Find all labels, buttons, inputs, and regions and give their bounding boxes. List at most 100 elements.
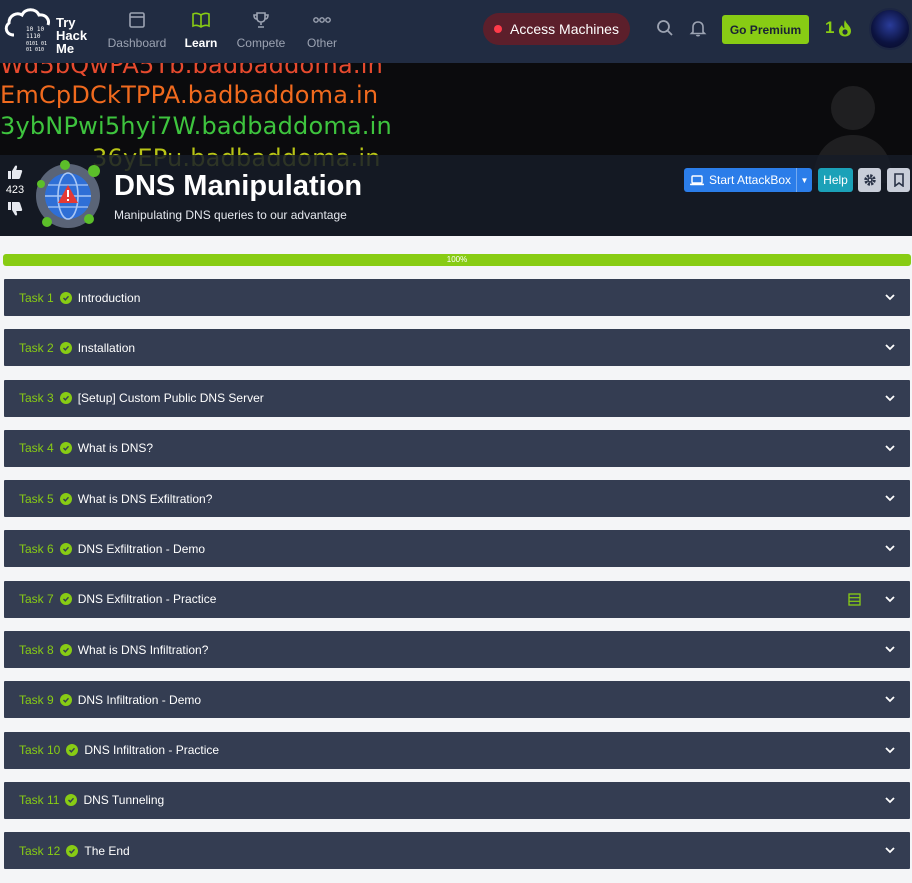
task-number: Task 2 <box>19 340 54 355</box>
gear-icon <box>863 174 876 186</box>
check-circle-icon <box>59 392 72 405</box>
laptop-icon <box>690 174 704 185</box>
room-settings-button[interactable] <box>858 168 881 192</box>
top-navbar: 10 10 1110 0101 01 01 010 Try Hack Me Da… <box>0 0 912 63</box>
nav-compete[interactable]: Compete <box>226 10 296 50</box>
nav-dashboard-label: Dashboard <box>107 36 167 50</box>
svg-text:1110: 1110 <box>26 33 41 40</box>
chevron-down-icon[interactable] <box>884 744 896 756</box>
bookmark-icon <box>893 173 904 187</box>
flame-icon <box>839 20 852 37</box>
progress-fill: 100% <box>3 254 911 266</box>
task-number: Task 12 <box>19 843 61 858</box>
chevron-down-icon[interactable] <box>884 492 896 504</box>
more-icon <box>313 17 331 23</box>
task-row[interactable]: Task 9 DNS Infiltration - Demo <box>4 681 910 719</box>
status-dot-icon <box>494 25 503 33</box>
chevron-down-icon[interactable] <box>884 392 896 404</box>
task-number: Task 4 <box>19 441 54 456</box>
book-icon <box>192 12 210 28</box>
nav-learn-label: Learn <box>184 36 218 50</box>
check-circle-icon <box>59 341 72 354</box>
help-button[interactable]: Help <box>818 168 853 192</box>
go-premium-label: Go Premium <box>729 22 802 37</box>
chevron-down-icon[interactable] <box>884 593 896 605</box>
bell-icon[interactable] <box>688 18 708 38</box>
access-machines-label: Access Machines <box>510 21 619 37</box>
chevron-down-icon[interactable] <box>884 542 896 554</box>
task-title: Introduction <box>77 290 141 305</box>
start-attackbox-button[interactable]: Start AttackBox ▼ <box>684 168 812 192</box>
task-number: Task 8 <box>19 642 54 657</box>
user-avatar[interactable] <box>869 8 911 50</box>
banner-domain-line: 3ybNPwi5hyi7W.badbaddoma.in <box>0 112 392 140</box>
task-row[interactable]: Task 10 DNS Infiltration - Practice <box>4 731 910 769</box>
help-label: Help <box>823 173 848 187</box>
task-row[interactable]: Task 2 Installation <box>4 329 910 367</box>
bookmark-button[interactable] <box>887 168 910 192</box>
chevron-down-icon[interactable] <box>884 844 896 856</box>
chevron-down-icon[interactable] <box>884 442 896 454</box>
dashboard-icon <box>129 12 145 28</box>
task-title: What is DNS? <box>77 441 154 456</box>
task-title: [Setup] Custom Public DNS Server <box>77 391 264 406</box>
task-row[interactable]: Task 6 DNS Exfiltration - Demo <box>4 530 910 568</box>
task-row[interactable]: Task 5 What is DNS Exfiltration? <box>4 480 910 518</box>
task-number: Task 7 <box>19 592 54 607</box>
task-title: The End <box>84 843 130 858</box>
start-attackbox-label: Start AttackBox <box>709 173 792 187</box>
task-number: Task 11 <box>19 793 60 808</box>
search-icon[interactable] <box>655 18 675 38</box>
tryhackme-logo[interactable]: 10 10 1110 0101 01 01 010 Try Hack Me <box>4 5 94 57</box>
task-row[interactable]: Task 8 What is DNS Infiltration? <box>4 631 910 669</box>
nav-dashboard[interactable]: Dashboard <box>102 10 172 50</box>
streak-count: 1 <box>825 18 835 37</box>
check-circle-icon <box>59 693 72 706</box>
task-number: Task 3 <box>19 391 54 406</box>
task-row[interactable]: Task 12 The End <box>4 832 910 870</box>
room-banner: Wd5bQwPA5Tb.badbaddoma.in EmCpDCkTPPA.ba… <box>0 63 912 236</box>
task-number: Task 9 <box>19 692 54 707</box>
check-circle-icon <box>59 542 72 555</box>
logo-word-me: Me <box>56 41 75 56</box>
chevron-down-icon[interactable] <box>884 291 896 303</box>
banner-domain-line: EmCpDCkTPPA.badbaddoma.in <box>0 81 379 109</box>
chevron-down-icon[interactable] <box>884 341 896 353</box>
task-number: Task 10 <box>19 743 61 758</box>
check-circle-icon <box>59 492 72 505</box>
nav-other-label: Other <box>306 36 337 50</box>
task-number: Task 6 <box>19 541 54 556</box>
check-circle-icon <box>66 744 79 757</box>
task-title: DNS Tunneling <box>83 793 165 808</box>
task-row[interactable]: Task 11 DNS Tunneling <box>4 781 910 819</box>
attackbox-dropdown-caret-icon[interactable]: ▼ <box>796 168 812 192</box>
cloud-logo-icon: 10 10 1110 0101 01 01 010 <box>4 8 50 53</box>
go-premium-button[interactable]: Go Premium <box>722 15 809 44</box>
thumbs-up-icon[interactable] <box>7 164 23 180</box>
chevron-down-icon[interactable] <box>884 693 896 705</box>
nav-compete-label: Compete <box>236 36 286 50</box>
logo-text: Try Hack Me <box>56 16 87 55</box>
chevron-down-icon[interactable] <box>884 643 896 655</box>
task-row[interactable]: Task 3 [Setup] Custom Public DNS Server <box>4 379 910 417</box>
banner-domain-line: Wd5bQwPA5Tb.badbaddoma.in <box>0 63 383 79</box>
chevron-down-icon[interactable] <box>884 794 896 806</box>
check-circle-icon <box>65 794 78 807</box>
dns-room-icon <box>36 160 100 228</box>
server-icon[interactable] <box>848 593 861 606</box>
start-attackbox-main[interactable]: Start AttackBox <box>684 168 796 192</box>
vote-count: 423 <box>5 184 25 196</box>
task-title: DNS Infiltration - Practice <box>84 743 220 758</box>
task-number: Task 1 <box>19 290 54 305</box>
streak-counter[interactable]: 1 <box>825 18 853 38</box>
task-title: Installation <box>77 340 136 355</box>
task-title: DNS Infiltration - Demo <box>77 692 202 707</box>
task-row[interactable]: Task 1 Introduction <box>4 279 910 316</box>
room-subtitle: Manipulating DNS queries to our advantag… <box>114 208 347 222</box>
thumbs-down-icon[interactable] <box>7 201 23 217</box>
task-row[interactable]: Task 7 DNS Exfiltration - Practice <box>4 580 910 618</box>
task-row[interactable]: Task 4 What is DNS? <box>4 429 910 467</box>
access-machines-button[interactable]: Access Machines <box>483 13 630 45</box>
nav-other[interactable]: Other <box>287 10 357 50</box>
task-title: What is DNS Infiltration? <box>77 642 209 657</box>
